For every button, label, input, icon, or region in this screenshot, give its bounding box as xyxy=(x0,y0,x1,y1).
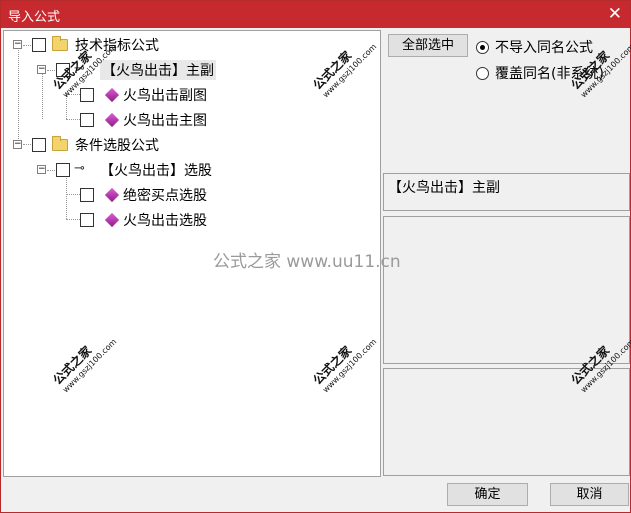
import-formula-dialog: 导入公式 ✕ − 技术指标公式 − ⊸ 【火鸟出击】主副 火鸟出击副图 火鸟出击… xyxy=(0,0,631,513)
formula-gem-icon xyxy=(104,212,120,228)
cancel-button[interactable]: 取消 xyxy=(550,483,629,506)
tree-checkbox[interactable] xyxy=(32,38,46,52)
tree-checkbox[interactable] xyxy=(56,163,70,177)
key-icon: ⊸ xyxy=(74,161,85,176)
radio-no-import[interactable]: 不导入同名公式 xyxy=(476,37,593,57)
tree-node-label[interactable]: 绝密买点选股 xyxy=(123,185,207,205)
radio-label: 不导入同名公式 xyxy=(495,40,593,56)
formula-gem-icon xyxy=(104,112,120,128)
tree-checkbox[interactable] xyxy=(80,213,94,227)
radio-button[interactable] xyxy=(476,40,489,54)
window-title: 导入公式 xyxy=(8,10,61,25)
expand-toggle[interactable]: − xyxy=(13,140,22,149)
tree-line xyxy=(42,71,43,119)
expand-toggle[interactable]: − xyxy=(13,40,22,49)
formula-gem-icon xyxy=(104,87,120,103)
select-all-button[interactable]: 全部选中 xyxy=(388,34,468,57)
ok-button[interactable]: 确定 xyxy=(447,483,528,506)
tree-node-label[interactable]: 火鸟出击副图 xyxy=(123,85,207,105)
tree-checkbox[interactable] xyxy=(32,138,46,152)
tree-line xyxy=(18,45,19,145)
tree-checkbox[interactable] xyxy=(80,88,94,102)
selected-formula-text: 【火鸟出击】主副 xyxy=(388,180,500,196)
formula-description-panel xyxy=(383,216,630,364)
tree-line xyxy=(66,173,67,219)
folder-icon xyxy=(52,136,68,151)
tree-checkbox[interactable] xyxy=(80,188,94,202)
center-watermark: 公式之家 www.uu11.cn xyxy=(213,252,401,272)
tree-node-label[interactable]: 【火鸟出击】主副 xyxy=(100,60,216,80)
formula-gem-icon xyxy=(104,187,120,203)
title-bar: 导入公式 ✕ xyxy=(1,1,630,28)
tree-node-label[interactable]: 【火鸟出击】选股 xyxy=(100,160,212,180)
tree-node-label[interactable]: 火鸟出击主图 xyxy=(123,110,207,130)
tree-node-label[interactable]: 火鸟出击选股 xyxy=(123,210,207,230)
expand-toggle[interactable]: − xyxy=(37,165,46,174)
tree-checkbox[interactable] xyxy=(80,113,94,127)
folder-icon xyxy=(52,36,68,51)
tree-node-label[interactable]: 条件选股公式 xyxy=(75,135,159,155)
close-icon[interactable]: ✕ xyxy=(608,4,622,24)
expand-toggle[interactable]: − xyxy=(37,65,46,74)
selected-formula-box: 【火鸟出击】主副 xyxy=(383,173,630,211)
radio-button[interactable] xyxy=(476,66,489,80)
